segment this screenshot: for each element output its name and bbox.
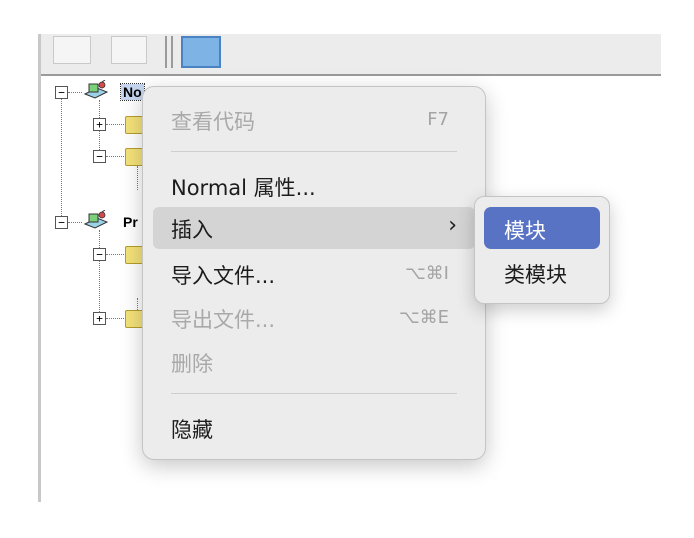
menu-item-label: 导出文件... <box>171 308 276 332</box>
project-node-label[interactable]: Pr <box>123 214 138 230</box>
menu-item-delete[interactable]: 删除 <box>153 341 475 381</box>
menu-item-shortcut: ⌥⌘E <box>398 307 449 328</box>
tree-line <box>137 166 138 190</box>
collapse-toggle-icon[interactable]: − <box>55 86 68 99</box>
menu-item-label: 隐藏 <box>171 418 213 442</box>
menu-item-insert[interactable]: 插入 › <box>153 207 475 249</box>
context-menu: 查看代码 F7 Normal 属性... 插入 › 导入文件... ⌥⌘I 导出… <box>142 86 486 460</box>
menu-item-hide[interactable]: 隐藏 <box>153 407 475 447</box>
toolbar <box>41 34 661 76</box>
menu-item-export-file[interactable]: 导出文件... ⌥⌘E <box>153 297 475 337</box>
menu-separator <box>171 393 457 394</box>
view-object-toolbar-icon[interactable] <box>111 36 147 64</box>
tree-line <box>68 92 82 93</box>
menu-separator <box>171 151 457 152</box>
submenu-item-label: 模块 <box>504 219 546 243</box>
tree-line <box>106 254 124 255</box>
project-node-label[interactable]: No <box>120 83 145 101</box>
menu-item-label: 插入 <box>171 218 213 242</box>
insert-submenu: 模块 类模块 <box>474 196 610 304</box>
chevron-right-icon: › <box>448 213 457 238</box>
toggle-folders-toolbar-icon[interactable] <box>181 36 221 68</box>
collapse-toggle-icon[interactable]: − <box>55 216 68 229</box>
tree-line <box>106 124 124 125</box>
submenu-item-class-module[interactable]: 类模块 <box>484 251 600 293</box>
menu-item-import-file[interactable]: 导入文件... ⌥⌘I <box>153 253 475 293</box>
tree-line <box>68 222 82 223</box>
menu-item-shortcut: ⌥⌘I <box>404 263 449 284</box>
menu-item-view-code[interactable]: 查看代码 F7 <box>153 99 475 139</box>
collapse-toggle-icon[interactable]: − <box>93 248 106 261</box>
toolbar-separator <box>165 36 167 68</box>
project-icon <box>83 79 109 102</box>
project-icon <box>83 209 109 232</box>
expand-toggle-icon[interactable]: + <box>93 118 106 131</box>
toolbar-separator <box>171 36 173 68</box>
tree-line <box>106 156 124 157</box>
menu-item-label: 删除 <box>171 352 213 376</box>
menu-item-properties[interactable]: Normal 属性... <box>153 165 475 205</box>
submenu-item-module[interactable]: 模块 <box>484 207 600 249</box>
menu-item-label: 导入文件... <box>171 264 276 288</box>
collapse-toggle-icon[interactable]: − <box>93 150 106 163</box>
expand-toggle-icon[interactable]: + <box>93 312 106 325</box>
view-code-toolbar-icon[interactable] <box>53 36 91 64</box>
menu-item-label: 查看代码 <box>171 110 255 134</box>
menu-item-shortcut: F7 <box>427 109 449 130</box>
submenu-item-label: 类模块 <box>504 263 567 287</box>
menu-item-label: Normal 属性... <box>171 176 316 200</box>
tree-line <box>106 318 124 319</box>
tree-line <box>99 230 100 320</box>
tree-line <box>61 94 62 216</box>
